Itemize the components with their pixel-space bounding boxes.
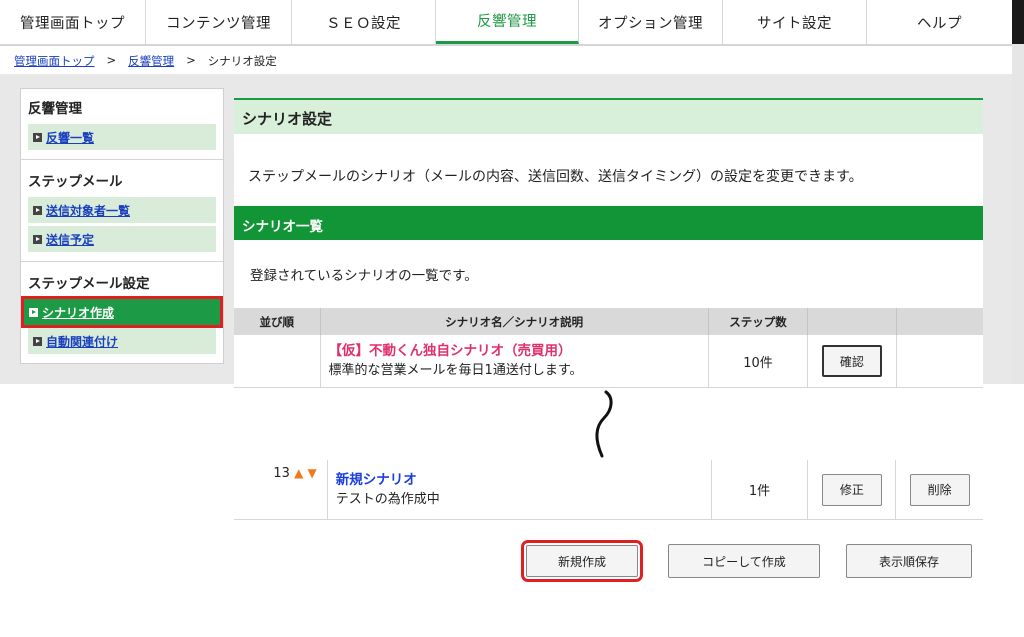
sidebar-item-label[interactable]: 自動関連付け bbox=[46, 333, 118, 350]
row-scenario-cell: 新規シナリオ テストの為作成中 bbox=[327, 460, 712, 520]
sidebar-group-step-settings: ステップメール設定 シナリオ作成 自動関連付け bbox=[21, 262, 223, 363]
confirm-button[interactable]: 確認 bbox=[821, 345, 882, 377]
row-action2: 削除 bbox=[895, 460, 983, 520]
scenario-table: 並び順 シナリオ名／シナリオ説明 ステップ数 【仮】不動くん独自シナリオ（売買用… bbox=[234, 308, 983, 388]
sidebar-item-response-list[interactable]: 反響一覧 bbox=[28, 124, 216, 150]
sidebar-heading: ステップメール bbox=[28, 174, 123, 190]
breadcrumb-response[interactable]: 反響管理 bbox=[128, 53, 174, 69]
table-header-row: 並び順 シナリオ名／シナリオ説明 ステップ数 bbox=[234, 308, 983, 335]
sidebar-item-label[interactable]: シナリオ作成 bbox=[42, 304, 114, 321]
tab-help[interactable]: ヘルプ bbox=[867, 0, 1012, 44]
breadcrumb-current: シナリオ設定 bbox=[207, 54, 277, 68]
row-action1: 修正 bbox=[807, 460, 897, 520]
tab-seo[interactable]: ＳＥＯ設定 bbox=[292, 0, 436, 44]
sidebar-item-auto-link[interactable]: 自動関連付け bbox=[28, 328, 216, 354]
breadcrumb: 管理画面トップ > 反響管理 > シナリオ設定 bbox=[0, 46, 1012, 76]
scenario-name[interactable]: 【仮】不動くん独自シナリオ（売買用） bbox=[329, 342, 707, 361]
play-bullet-icon bbox=[29, 307, 38, 317]
sidebar-item-label[interactable]: 送信予定 bbox=[46, 231, 94, 248]
list-description: 登録されているシナリオの一覧です。 bbox=[250, 268, 478, 284]
save-order-button[interactable]: 表示順保存 bbox=[846, 544, 972, 578]
sidebar-item-schedule[interactable]: 送信予定 bbox=[28, 226, 216, 252]
breadcrumb-admin-top[interactable]: 管理画面トップ bbox=[14, 53, 95, 69]
new-scenario-button[interactable]: 新規作成 bbox=[521, 540, 643, 582]
tab-response[interactable]: 反響管理 bbox=[436, 0, 579, 44]
copy-create-button[interactable]: コピーして作成 bbox=[668, 544, 820, 578]
sidebar: 反響管理 反響一覧 ステップメール 送信対象者一覧 送信予定 ステップメール設定… bbox=[20, 88, 224, 364]
move-down-arrow-icon[interactable]: ▼ bbox=[307, 466, 316, 480]
top-nav: 管理画面トップ コンテンツ管理 ＳＥＯ設定 反響管理 オプション管理 サイト設定… bbox=[0, 0, 1012, 46]
row-order-cell: 13 ▲ ▼ bbox=[234, 460, 328, 520]
move-up-arrow-icon[interactable]: ▲ bbox=[294, 466, 303, 480]
section-title: シナリオ一覧 bbox=[234, 206, 983, 240]
delete-button[interactable]: 削除 bbox=[909, 473, 970, 506]
sidebar-item-label[interactable]: 反響一覧 bbox=[46, 129, 94, 146]
row-steps: 1件 bbox=[711, 460, 809, 520]
scenario-description: テストの為作成中 bbox=[335, 491, 440, 507]
table-row: 13 ▲ ▼ 新規シナリオ テストの為作成中 1件 修正 削除 bbox=[234, 460, 983, 520]
row-scenario-cell: 【仮】不動くん独自シナリオ（売買用） 標準的な営業メールを毎日1通送付します。 bbox=[320, 335, 709, 388]
scrollbar-track[interactable] bbox=[1012, 44, 1024, 384]
page-title: シナリオ設定 bbox=[234, 98, 983, 134]
table-row: 【仮】不動くん独自シナリオ（売買用） 標準的な営業メールを毎日1通送付します。 … bbox=[234, 335, 983, 388]
sidebar-group-step-mail: ステップメール 送信対象者一覧 送信予定 bbox=[21, 160, 223, 262]
play-bullet-icon bbox=[33, 205, 42, 215]
tab-admin-top[interactable]: 管理画面トップ bbox=[0, 0, 146, 44]
play-bullet-icon bbox=[33, 234, 42, 244]
tab-content[interactable]: コンテンツ管理 bbox=[146, 0, 292, 44]
column-header-name: シナリオ名／シナリオ説明 bbox=[320, 308, 709, 335]
row-order: 13 bbox=[273, 466, 290, 481]
play-bullet-icon bbox=[33, 336, 42, 346]
edit-button[interactable]: 修正 bbox=[821, 473, 882, 506]
page-description: ステップメールのシナリオ（メールの内容、送信回数、送信タイミング）の設定を変更で… bbox=[248, 169, 863, 185]
row-action2 bbox=[896, 335, 983, 388]
sidebar-item-scenario-create[interactable]: シナリオ作成 bbox=[21, 296, 223, 328]
sidebar-heading: 反響管理 bbox=[28, 101, 82, 117]
column-header-action2 bbox=[896, 308, 983, 335]
scenario-table-continued: 13 ▲ ▼ 新規シナリオ テストの為作成中 1件 修正 削除 bbox=[234, 460, 983, 520]
row-action1: 確認 bbox=[807, 335, 897, 388]
sidebar-item-recipients[interactable]: 送信対象者一覧 bbox=[28, 197, 216, 223]
sidebar-item-label[interactable]: 送信対象者一覧 bbox=[46, 202, 130, 219]
row-steps: 10件 bbox=[708, 335, 809, 388]
column-header-order: 並び順 bbox=[234, 308, 321, 335]
row-order bbox=[234, 335, 321, 388]
scenario-name[interactable]: 新規シナリオ bbox=[336, 471, 710, 490]
sidebar-heading: ステップメール設定 bbox=[28, 276, 150, 292]
tab-options[interactable]: オプション管理 bbox=[579, 0, 723, 44]
scenario-description: 標準的な営業メールを毎日1通送付します。 bbox=[328, 363, 583, 378]
column-header-action1 bbox=[807, 308, 897, 335]
window-edge bbox=[1012, 0, 1024, 44]
omission-squiggle-icon bbox=[595, 390, 613, 458]
column-header-steps: ステップ数 bbox=[708, 308, 809, 335]
play-bullet-icon bbox=[33, 132, 42, 142]
main-panel: シナリオ設定 ステップメールのシナリオ（メールの内容、送信回数、送信タイミング）… bbox=[234, 98, 983, 388]
breadcrumb-separator: > bbox=[106, 53, 117, 67]
breadcrumb-separator: > bbox=[186, 53, 196, 67]
tab-site-settings[interactable]: サイト設定 bbox=[723, 0, 867, 44]
sidebar-group-response: 反響管理 反響一覧 bbox=[21, 89, 223, 160]
